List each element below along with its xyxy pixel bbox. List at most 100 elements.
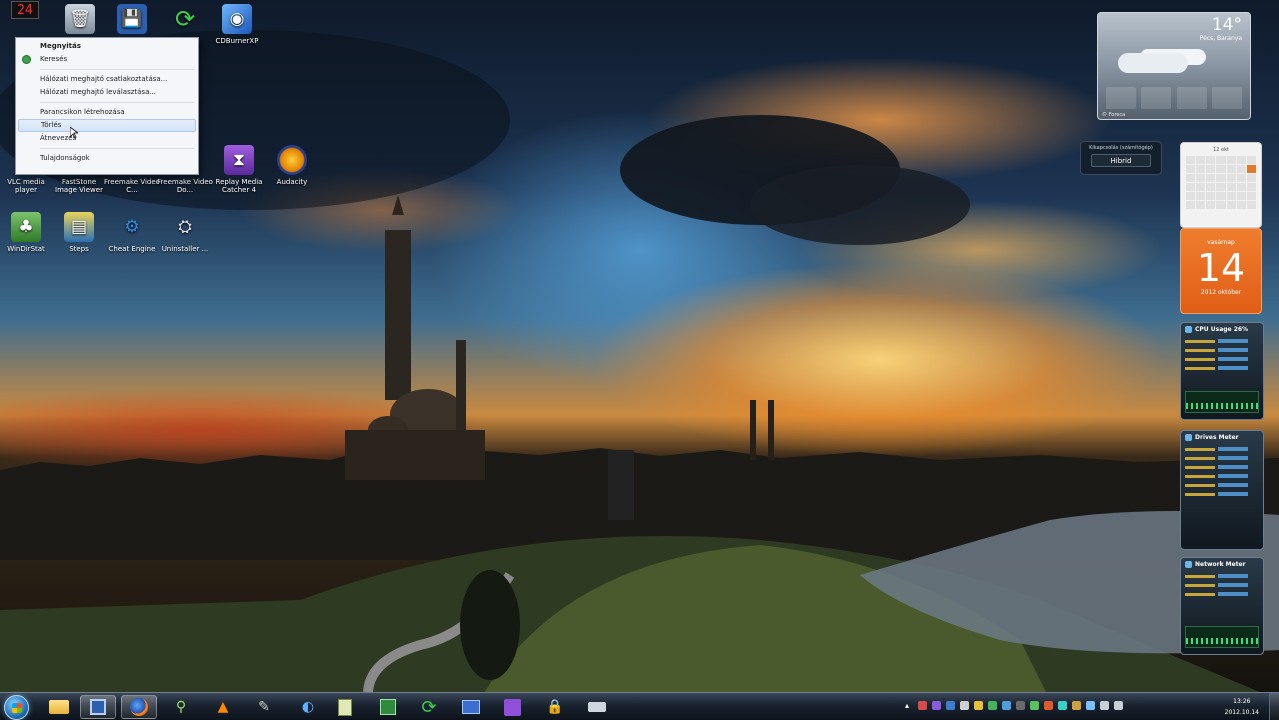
tray-arrow-icon[interactable]: ▴ xyxy=(905,701,913,710)
desktop-icon-steps[interactable]: ▤ Steps xyxy=(51,212,107,253)
taskbar-excel-button[interactable] xyxy=(370,695,406,719)
globe-icon: ◐ xyxy=(301,699,315,715)
menu-separator xyxy=(40,148,194,149)
taskbar-window-button[interactable] xyxy=(579,695,615,719)
cloud-icon xyxy=(1118,53,1188,73)
taskbar: ⚲ ▲ ✎ ◐ ⟳ 🔒 ▴ 13:26 2012.10.14 xyxy=(0,692,1279,720)
forecast-day xyxy=(1176,87,1207,109)
taskbar-search-app-button[interactable]: ⚲ xyxy=(163,695,199,719)
taskbar-notepad-button[interactable] xyxy=(327,695,363,719)
weather-gadget[interactable]: 14° Pécs, Baranya © Foreca xyxy=(1097,12,1251,120)
calendar-month-year: 2012 október xyxy=(1200,289,1242,296)
mouse-pointer-icon xyxy=(70,127,78,139)
taskbar-firefox-button[interactable] xyxy=(121,695,157,719)
desktop-icon-cheat-engine[interactable]: ⚙ Cheat Engine xyxy=(104,212,160,254)
taskbar-tool-button[interactable]: ✎ xyxy=(246,695,282,719)
system-tray: ▴ xyxy=(905,701,1123,710)
refresh-arrows-icon: ⟳ xyxy=(421,696,437,718)
tray-app-icon[interactable] xyxy=(1044,701,1053,710)
menu-item-disconnect-network-drive[interactable]: Hálózati meghajtó leválasztása... xyxy=(18,86,196,99)
taskbar-media-button[interactable] xyxy=(453,695,489,719)
desktop-icon-audacity[interactable]: Audacity xyxy=(264,145,320,186)
weather-footer[interactable]: © Foreca xyxy=(1102,112,1125,118)
shutdown-gadget: Kikapcsolás (számítógép) Hibrid xyxy=(1080,141,1162,175)
menu-item-search[interactable]: Keresés xyxy=(18,53,196,66)
desktop-icon-refresh[interactable]: ⟳ xyxy=(157,4,213,37)
taskbar-refresh-button[interactable]: ⟳ xyxy=(411,695,447,719)
floppy-save-icon xyxy=(90,699,106,715)
desktop-icon-cdburnerxp[interactable]: ◉ CDBurnerXP xyxy=(209,4,265,45)
calendar-grid xyxy=(1181,153,1261,212)
menu-separator xyxy=(40,102,194,103)
cpu-graph xyxy=(1185,391,1259,413)
hibernate-button[interactable]: Hibrid xyxy=(1091,154,1151,167)
desktop-icon-replay-media-catcher[interactable]: ⧗ Replay Media Catcher 4 xyxy=(211,145,267,194)
menu-item-map-network-drive[interactable]: Hálózati meghajtó csatlakoztatása... xyxy=(18,73,196,86)
taskbar-floppy-button[interactable] xyxy=(80,695,116,719)
tray-app-icon[interactable] xyxy=(974,701,983,710)
show-desktop-button[interactable] xyxy=(1269,693,1279,720)
desktop-icon-windirstat[interactable]: ♣ WinDirStat xyxy=(0,212,54,253)
calendar-day-number: 14 xyxy=(1196,246,1246,290)
tray-app-icon[interactable] xyxy=(1030,701,1039,710)
desktop-icon-recycle-bin[interactable]: 🗑 xyxy=(52,4,108,37)
tool-icon: ✎ xyxy=(258,699,270,715)
cpu-meter-title: CPU Usage 26% xyxy=(1181,323,1263,335)
film-icon xyxy=(462,700,480,714)
cdburnerxp-icon: ◉ xyxy=(222,4,252,34)
taskbar-clock[interactable]: 13:26 2012.10.14 xyxy=(1225,696,1259,718)
calendar-month-gadget[interactable]: 12 okt xyxy=(1180,142,1262,228)
cpu-meter-gadget[interactable]: CPU Usage 26% xyxy=(1180,322,1264,420)
lock-icon: 🔒 xyxy=(546,699,564,715)
tray-app-icon[interactable] xyxy=(946,701,955,710)
desktop-icon-floppy[interactable]: 💾 xyxy=(104,4,160,37)
tray-app-icon[interactable] xyxy=(988,701,997,710)
tray-app-icon[interactable] xyxy=(1002,701,1011,710)
start-button[interactable] xyxy=(4,695,29,720)
taskbar-replay-media-button[interactable] xyxy=(494,695,530,719)
taskbar-lock-button[interactable]: 🔒 xyxy=(537,695,573,719)
network-icon[interactable] xyxy=(1100,701,1109,710)
cheat-engine-icon: ⚙ xyxy=(124,217,140,237)
taskbar-globe-button[interactable]: ◐ xyxy=(290,695,326,719)
shutdown-caption: Kikapcsolás (számítógép) xyxy=(1089,145,1153,151)
taskbar-vlc-button[interactable]: ▲ xyxy=(205,695,241,719)
network-meter-title: Network Meter xyxy=(1181,558,1263,570)
menu-item-open[interactable]: Megnyitás xyxy=(18,40,196,53)
firefox-icon xyxy=(130,698,148,716)
taskbar-explorer-button[interactable] xyxy=(41,695,77,719)
steps-icon: ▤ xyxy=(64,212,94,242)
network-meter-gadget[interactable]: Network Meter xyxy=(1180,557,1264,655)
weather-forecast xyxy=(1106,87,1242,109)
window-icon xyxy=(588,702,606,712)
calendar-day-gadget[interactable]: vasárnap 14 2012 október xyxy=(1180,228,1262,314)
menu-item-rename[interactable]: Átnevezés xyxy=(18,132,196,145)
tray-app-icon[interactable] xyxy=(1058,701,1067,710)
refresh-arrows-icon: ⟳ xyxy=(174,5,196,33)
menu-item-delete[interactable]: Törlés xyxy=(18,119,196,132)
replay-media-catcher-icon xyxy=(503,698,521,716)
clock-time: 13:26 xyxy=(1233,698,1251,705)
menu-item-properties[interactable]: Tulajdonságok xyxy=(18,152,196,165)
tray-app-icon[interactable] xyxy=(960,701,969,710)
floppy-save-icon: 💾 xyxy=(117,4,147,34)
clock-date: 2012.10.14 xyxy=(1224,709,1259,716)
tray-app-icon[interactable] xyxy=(932,701,941,710)
recycle-bin-icon: 🗑 xyxy=(65,4,95,34)
taskbar-counter-badge: 24 xyxy=(11,1,39,19)
volume-icon[interactable] xyxy=(1114,701,1123,710)
desktop-icon-uninstaller[interactable]: ⛭ Uninstaller ... xyxy=(157,212,213,254)
tray-app-icon[interactable] xyxy=(1016,701,1025,710)
tray-app-icon[interactable] xyxy=(1072,701,1081,710)
tray-app-icon[interactable] xyxy=(918,701,927,710)
menu-item-create-shortcut[interactable]: Parancsikon létrehozása xyxy=(18,106,196,119)
vlc-icon: ▲ xyxy=(217,699,229,715)
weather-location: Pécs, Baranya xyxy=(1199,35,1242,42)
search-globe-icon xyxy=(22,55,31,64)
tray-app-icon[interactable] xyxy=(1086,701,1095,710)
forecast-day xyxy=(1211,87,1242,109)
calendar-weekday: vasárnap xyxy=(1207,239,1235,246)
drives-meter-title: Drives Meter xyxy=(1181,431,1263,443)
drives-meter-gadget[interactable]: Drives Meter xyxy=(1180,430,1264,550)
uninstaller-icon: ⛭ xyxy=(178,217,192,237)
